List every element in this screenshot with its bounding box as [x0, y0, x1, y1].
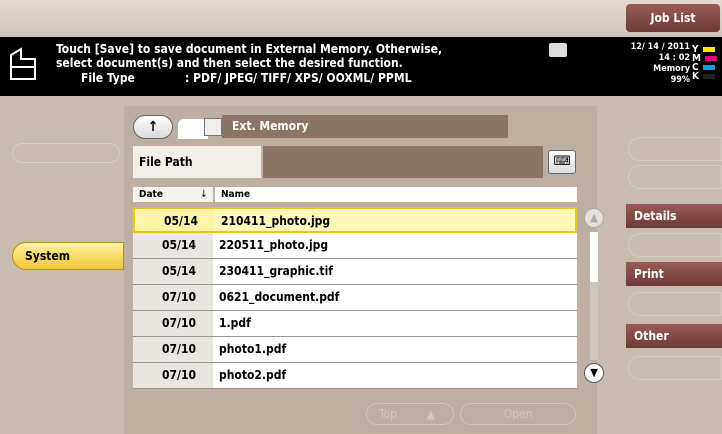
toner-bar	[702, 74, 715, 79]
file-name: 1.pdf	[219, 316, 251, 330]
toner-bar	[702, 65, 715, 70]
toner-bar	[702, 47, 715, 52]
usb-memory-icon	[204, 118, 222, 136]
right-disabled-button-5	[628, 356, 722, 380]
file-name: photo1.pdf	[219, 342, 287, 356]
file-name: 230411_graphic.tif	[219, 264, 333, 278]
file-path-label: File Path	[133, 146, 261, 178]
toner-row: K	[692, 71, 722, 82]
scrollbar-thumb[interactable]	[590, 232, 598, 282]
top-button-label: Top	[379, 407, 398, 421]
details-button[interactable]: Details	[626, 204, 722, 228]
message-bar: Touch [Save] to save document in Externa…	[0, 37, 722, 96]
right-disabled-button-1	[628, 137, 722, 161]
left-disabled-button	[12, 143, 120, 163]
parent-folder-button[interactable]: ↑	[133, 115, 173, 139]
file-row[interactable]: 07/10 photo1.pdf	[133, 337, 577, 363]
file-name: 210411_photo.jpg	[221, 214, 331, 228]
status-date: 12/ 14 / 2011	[630, 42, 690, 52]
toner-levels: YMCK	[692, 45, 722, 82]
right-disabled-button-2	[628, 165, 722, 189]
file-name: 220511_photo.jpg	[219, 238, 329, 252]
chevron-up-icon: ▲	[590, 211, 598, 224]
current-folder-title: Ext. Memory	[222, 115, 508, 138]
file-date: 07/10	[133, 363, 213, 388]
file-name: photo2.pdf	[219, 368, 287, 382]
file-row[interactable]: 05/14 220511_photo.jpg	[133, 233, 577, 259]
document-icon	[10, 47, 36, 80]
other-button[interactable]: Other	[626, 324, 722, 348]
file-path-row: File Path ⌨	[133, 146, 581, 178]
name-column-header[interactable]: Name	[215, 187, 577, 202]
message-line-1: Touch [Save] to save document in Externa…	[56, 42, 443, 56]
chevron-down-icon: ▼	[590, 366, 598, 379]
file-date: 07/10	[133, 285, 213, 310]
file-type-value: : PDF/ JPEG/ TIFF/ XPS/ OOXML/ PPML	[185, 71, 412, 85]
file-type-label: File Type	[81, 71, 135, 85]
file-row[interactable]: 05/14 230411_graphic.tif	[133, 259, 577, 285]
file-date: 07/10	[133, 311, 213, 336]
file-name: 0621_document.pdf	[219, 290, 340, 304]
file-row[interactable]: 07/10 0621_document.pdf	[133, 285, 577, 311]
top-strip	[0, 0, 722, 36]
up-arrow-icon: ↑	[147, 119, 159, 135]
right-disabled-button-4	[628, 292, 722, 316]
file-date: 05/14	[133, 233, 213, 258]
scroll-down-button[interactable]: ▼	[584, 363, 604, 383]
print-button[interactable]: Print	[626, 262, 722, 286]
status-time: 14 : 02	[658, 53, 690, 63]
memory-label: Memory	[653, 64, 690, 74]
toner-letter: K	[692, 71, 699, 82]
keyboard-icon: ⌨	[553, 154, 571, 169]
file-date: 05/14	[133, 259, 213, 284]
status-readout: 12/ 14 / 2011 14 : 02 Memory 99%	[600, 42, 690, 86]
file-path-field[interactable]	[263, 146, 543, 178]
toner-bar	[704, 56, 717, 61]
scroll-up-button[interactable]: ▲	[584, 208, 604, 228]
open-button[interactable]: Open	[460, 403, 576, 425]
top-button[interactable]: Top ▲	[366, 403, 454, 425]
file-date: 05/14	[135, 209, 215, 231]
message-line-2: select document(s) and then select the d…	[56, 56, 403, 70]
file-list: 05/14 210411_photo.jpg 05/14 220511_photo.j…	[133, 207, 577, 389]
file-row[interactable]: 07/10 1.pdf	[133, 311, 577, 337]
system-button[interactable]: System	[12, 242, 124, 270]
file-row[interactable]: 05/14 210411_photo.jpg	[133, 207, 577, 233]
memory-value: 99%	[670, 75, 690, 85]
external-memory-icon	[549, 43, 567, 57]
right-disabled-button-3	[628, 233, 722, 257]
job-list-button[interactable]: Job List	[626, 4, 720, 32]
keyboard-button[interactable]: ⌨	[548, 150, 576, 174]
file-date: 07/10	[133, 337, 213, 362]
sort-down-icon: ↓	[200, 189, 208, 200]
page-up-icon: ▲	[426, 407, 435, 421]
file-row[interactable]: 07/10 photo2.pdf	[133, 363, 577, 389]
